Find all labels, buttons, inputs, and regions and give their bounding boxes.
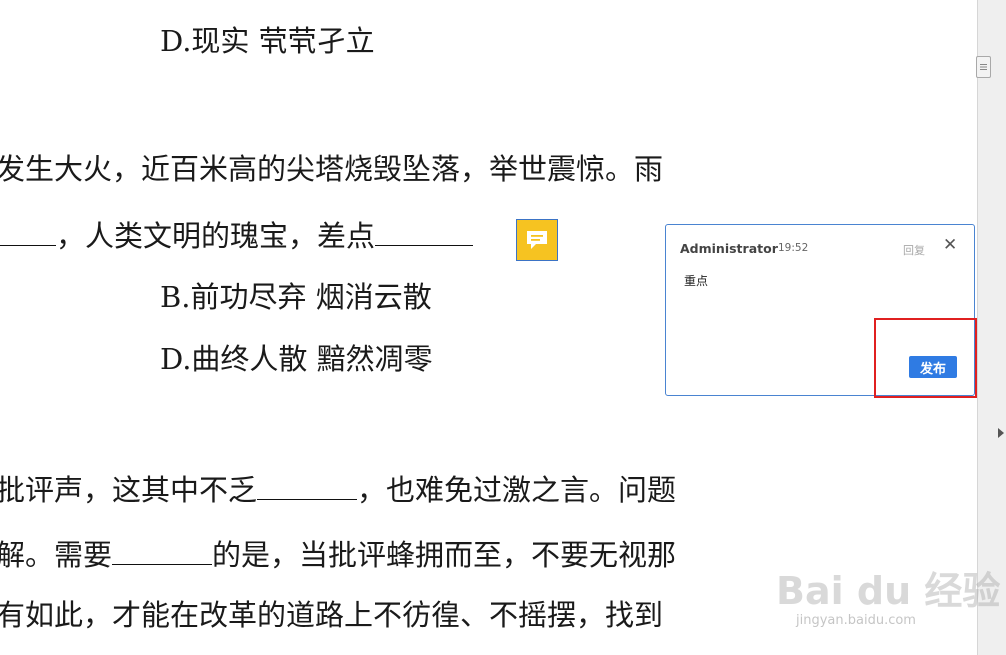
comment-author: Administrator <box>680 241 778 256</box>
fill-blank <box>257 473 358 500</box>
doc-text-segment: ，人类文明的瑰宝，差点 <box>56 219 376 253</box>
doc-line-option-d-1: D.现实 茕茕孑立 <box>160 24 375 58</box>
comment-time: 19:52 <box>778 242 809 254</box>
doc-line-paragraph-1-cont: ，人类文明的瑰宝，差点 <box>0 219 474 253</box>
comment-marker[interactable] <box>516 219 558 261</box>
doc-line-paragraph-1: 发生大火，近百米高的尖塔烧毁坠落，举世震惊。雨 <box>0 152 664 186</box>
doc-text-segment: 解。需要 <box>0 538 113 572</box>
grip-icon <box>980 64 987 70</box>
doc-line-paragraph-2: 批评声，这其中不乏 ，也难免过激之言。问题 <box>0 473 676 505</box>
fill-blank <box>0 219 56 246</box>
highlight-box <box>874 318 977 398</box>
baidu-watermark-url: jingyan.baidu.com <box>796 613 916 628</box>
doc-line-option-b: B.前功尽弃 烟消云散 <box>160 280 432 314</box>
doc-text-segment: ，也难免过激之言。问题 <box>357 473 677 507</box>
fill-blank <box>375 219 474 246</box>
close-icon[interactable]: ✕ <box>943 237 957 254</box>
triangle-right-icon[interactable] <box>998 428 1004 438</box>
reply-button[interactable]: 回复 <box>903 242 925 258</box>
fill-blank <box>112 538 213 565</box>
doc-text-segment: 的是，当批评蜂拥而至，不要无视那 <box>212 538 677 572</box>
vertical-scrollbar[interactable] <box>977 0 1006 655</box>
doc-line-paragraph-2-end: 有如此，才能在改革的道路上不彷徨、不摇摆，找到 <box>0 598 664 632</box>
doc-line-paragraph-2-cont: 解。需要 的是，当批评蜂拥而至，不要无视那 <box>0 538 676 570</box>
baidu-watermark-logo: Bai du 经验 <box>776 569 1001 613</box>
comment-body[interactable]: 重点 <box>684 272 708 289</box>
doc-text-segment: 批评声，这其中不乏 <box>0 473 258 507</box>
comment-bubble-icon <box>527 231 547 249</box>
doc-line-option-d-2: D.曲终人散 黯然凋零 <box>160 342 433 376</box>
scrollbar-thumb[interactable] <box>976 56 991 78</box>
